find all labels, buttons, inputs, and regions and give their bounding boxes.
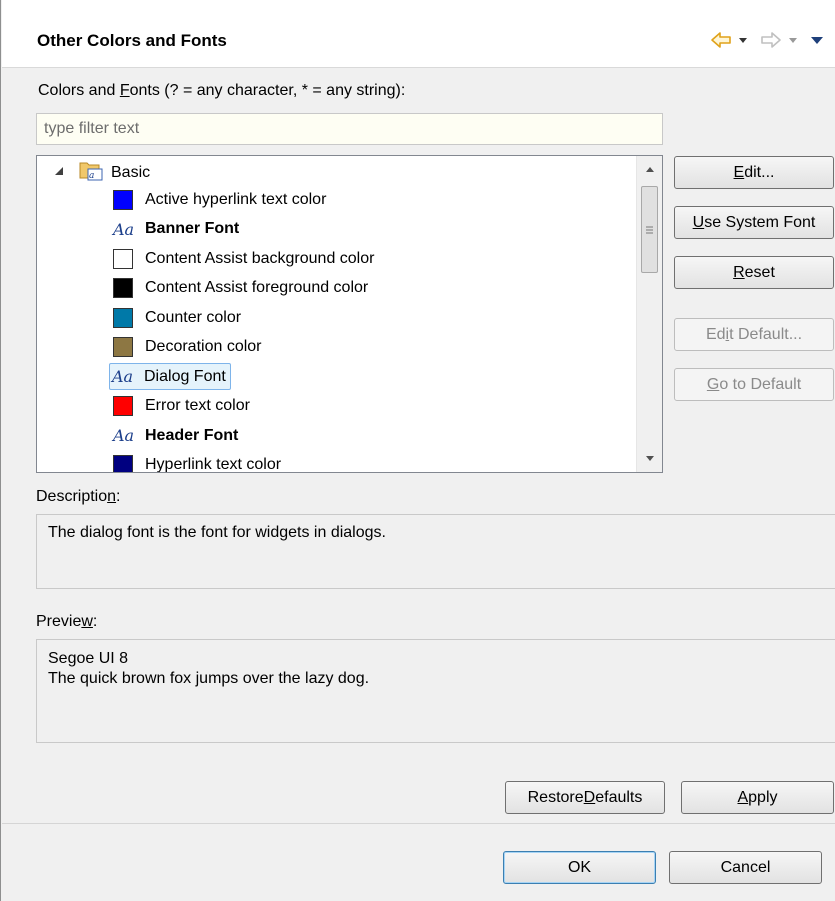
tree-item[interactable]: Hyperlink text color	[113, 452, 282, 473]
back-arrow-icon[interactable]	[710, 30, 732, 50]
svg-text:a: a	[89, 171, 94, 181]
edit-default-button[interactable]: Ed i t Default...	[674, 318, 834, 351]
tree-item-label: Dialog Font	[144, 367, 226, 385]
restore-defaults-button[interactable]: Restore Defaults	[505, 781, 665, 814]
tree-item[interactable]: Content Assist background color	[113, 245, 374, 272]
back-history-dropdown-icon[interactable]	[736, 33, 750, 47]
page-header: Other Colors and Fonts	[2, 0, 835, 68]
color-swatch-icon	[113, 248, 133, 269]
tree-item[interactable]: Content Assist foreground color	[113, 275, 368, 302]
color-swatch-icon	[113, 396, 133, 416]
font-icon: Aa	[113, 426, 135, 445]
description-label: Description:	[36, 488, 121, 505]
forward-arrow-icon[interactable]	[760, 30, 782, 50]
description-text: The dialog font is the font for widgets …	[36, 514, 835, 589]
use-system-font-button[interactable]: Use System Font	[674, 206, 834, 239]
color-swatch-icon	[113, 455, 133, 472]
color-swatch-icon	[113, 337, 133, 357]
ok-button[interactable]: OK	[503, 851, 656, 884]
apply-button[interactable]: Apply	[681, 781, 834, 814]
tree-item-label: Header Font	[145, 426, 239, 444]
reset-button[interactable]: Reset	[674, 256, 834, 289]
tree-item[interactable]: Aa Header Font	[113, 422, 238, 449]
preview-label: Preview:	[36, 613, 98, 630]
color-swatch-icon	[113, 278, 133, 298]
tree-item-label: Hyperlink text color	[145, 456, 282, 473]
preview-box: Segoe UI 8 The quick brown fox jumps ove…	[36, 639, 835, 743]
footer-separator	[2, 823, 835, 824]
tree-scrollbar[interactable]	[636, 156, 662, 472]
scroll-up-icon[interactable]	[637, 158, 662, 180]
tree-item-label: Banner Font	[145, 220, 240, 237]
preview-font-name: Segoe UI 8	[48, 650, 129, 667]
font-icon: Aa	[113, 219, 135, 239]
colors-fonts-tree[interactable]: a Basic Active hyperlink text color Aa Ban…	[36, 155, 663, 473]
color-swatch-icon	[113, 189, 133, 210]
tree-item-label: Content Assist background color	[145, 249, 375, 267]
preview-sample-text: The quick brown fox jumps over the lazy …	[48, 670, 370, 687]
tree-root-basic[interactable]: a Basic	[53, 159, 150, 186]
tree-item-label: Decoration color	[145, 338, 262, 355]
tree-item[interactable]: Aa Banner Font	[113, 216, 239, 243]
filter-input[interactable]	[36, 113, 663, 145]
edit-button[interactable]: Edit...	[674, 156, 834, 189]
preferences-window: Other Colors and Fonts Colors and Fonts …	[0, 0, 835, 901]
font-icon: Aa	[112, 367, 134, 386]
tree-item[interactable]: Counter color	[113, 304, 241, 331]
tree-root-label: Basic	[111, 163, 151, 181]
tree-item-label: Active hyperlink text color	[145, 190, 327, 208]
navigation-controls	[710, 29, 824, 51]
filter-label: Colors and Fonts (? = any character, * =…	[38, 82, 406, 99]
collapse-triangle-icon[interactable]	[53, 164, 69, 182]
view-menu-icon[interactable]	[810, 33, 824, 47]
scroll-thumb[interactable]	[641, 186, 658, 273]
scroll-down-icon[interactable]	[637, 448, 662, 470]
tree-item[interactable]: Decoration color	[113, 334, 262, 361]
color-swatch-icon	[113, 307, 133, 328]
tree-item[interactable]: Error text color	[113, 393, 250, 420]
tree-item[interactable]: Active hyperlink text color	[113, 186, 326, 213]
tree-item-label: Content Assist foreground color	[145, 279, 369, 296]
cancel-button[interactable]: Cancel	[669, 851, 822, 884]
go-to-default-button[interactable]: Go to Default	[674, 368, 834, 401]
page-title: Other Colors and Fonts	[37, 31, 227, 50]
tree-item-label: Counter color	[145, 308, 242, 326]
tree-item-label: Error text color	[145, 397, 250, 414]
folder-font-icon: a	[79, 159, 103, 186]
tree-item[interactable]: Aa Dialog Font	[109, 363, 231, 390]
forward-history-dropdown-icon[interactable]	[786, 33, 800, 47]
